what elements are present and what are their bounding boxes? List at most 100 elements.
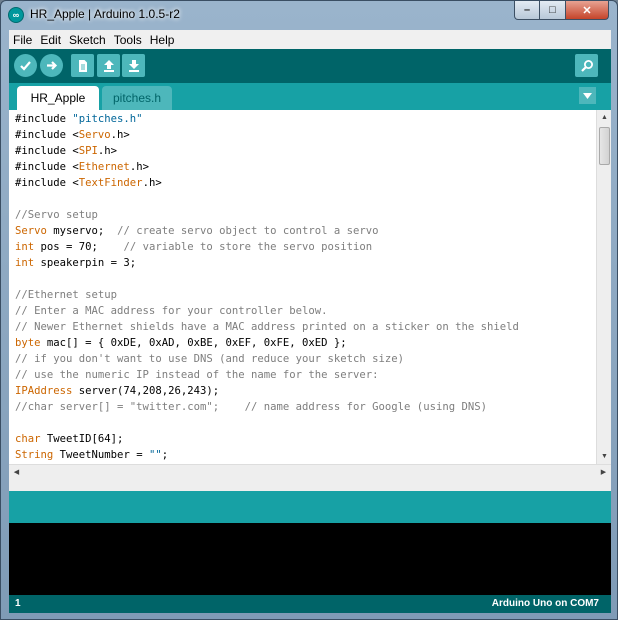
- arrow-right-icon: [47, 61, 58, 70]
- code-line[interactable]: // Enter a MAC address for your controll…: [15, 303, 595, 319]
- maximize-icon: □: [549, 4, 556, 16]
- verify-button[interactable]: [14, 54, 37, 77]
- code-line[interactable]: #include <SPI.h>: [15, 143, 595, 159]
- code-line[interactable]: char TweetID[64];: [15, 431, 595, 447]
- open-button[interactable]: [97, 54, 120, 77]
- title-bar[interactable]: ∞ HR_Apple | Arduino 1.0.5-r2 – □ ✕: [1, 1, 617, 29]
- checkmark-icon: [20, 61, 31, 71]
- new-file-icon: [78, 59, 87, 72]
- code-line[interactable]: [15, 191, 595, 207]
- code-token: IPAddress: [15, 385, 73, 397]
- code-line[interactable]: [15, 271, 595, 287]
- horizontal-scrollbar[interactable]: ◀ ▶: [9, 464, 611, 477]
- code-token: //Servo setup: [15, 209, 98, 221]
- menu-bar: File Edit Sketch Tools Help: [9, 30, 611, 49]
- message-area: [9, 491, 611, 523]
- save-button[interactable]: [122, 54, 145, 77]
- status-line-number: 1: [15, 598, 21, 609]
- code-text[interactable]: #include "pitches.h" #include <Servo.h> #i…: [15, 111, 595, 463]
- serial-monitor-button[interactable]: [575, 54, 598, 77]
- code-line[interactable]: [15, 415, 595, 431]
- new-button[interactable]: [71, 54, 94, 77]
- close-button[interactable]: ✕: [566, 1, 609, 20]
- triangle-down-icon: [583, 92, 592, 99]
- tab-bar: HR_Apple pitches.h: [9, 83, 611, 110]
- vertical-scrollbar[interactable]: ▲ ▼: [596, 110, 611, 464]
- arrow-up-icon: [103, 59, 114, 72]
- code-token: server(74,208,26,243);: [72, 385, 220, 397]
- minimize-icon: –: [523, 4, 531, 16]
- menu-file[interactable]: File: [9, 33, 36, 47]
- code-token: // Enter a MAC address for your controll…: [15, 305, 328, 317]
- code-line[interactable]: int pos = 70; // variable to store the s…: [15, 239, 595, 255]
- code-token: #include <: [15, 161, 79, 173]
- code-line[interactable]: // if you don't want to use DNS (and red…: [15, 351, 595, 367]
- window-controls: – □ ✕: [514, 1, 609, 20]
- code-token: mac[] = { 0xDE, 0xAD, 0xBE, 0xEF, 0xFE, …: [40, 337, 347, 349]
- scroll-right-icon[interactable]: ▶: [596, 465, 611, 477]
- arrow-down-icon: [128, 59, 139, 72]
- code-line[interactable]: //Servo setup: [15, 207, 595, 223]
- code-token: // Newer Ethernet shields have a MAC add…: [15, 321, 519, 333]
- code-token: char: [15, 433, 41, 445]
- code-line[interactable]: int speakerpin = 3;: [15, 255, 595, 271]
- code-line[interactable]: //char server[] = "twitter.com"; // name…: [15, 399, 595, 415]
- menu-tools[interactable]: Tools: [110, 33, 146, 47]
- console-output: [9, 523, 611, 595]
- code-token: .h>: [97, 145, 118, 157]
- code-token: #include <: [15, 129, 79, 141]
- status-bar: 1 Arduino Uno on COM7: [9, 595, 611, 613]
- scroll-up-icon[interactable]: ▲: [597, 110, 611, 125]
- code-token: Servo: [78, 129, 111, 141]
- code-token: myservo;: [46, 225, 118, 237]
- code-token: #include <: [15, 177, 79, 189]
- magnifier-icon: [580, 59, 593, 72]
- code-line[interactable]: // Newer Ethernet shields have a MAC add…: [15, 319, 595, 335]
- code-token: .h>: [142, 177, 162, 189]
- code-line[interactable]: IPAddress server(74,208,26,243);: [15, 383, 595, 399]
- code-token: byte: [15, 337, 41, 349]
- code-token: .h>: [129, 161, 149, 173]
- code-line[interactable]: // use the numeric IP instead of the nam…: [15, 367, 595, 383]
- tab-menu-button[interactable]: [579, 87, 596, 104]
- code-token: //char server[] = "twitter.com"; // name…: [15, 401, 487, 413]
- scroll-thumb[interactable]: [599, 127, 610, 165]
- code-token: ;: [161, 449, 169, 461]
- code-token: speakerpin = 3;: [34, 257, 137, 269]
- menu-sketch[interactable]: Sketch: [65, 33, 110, 47]
- upload-button[interactable]: [40, 54, 63, 77]
- maximize-button[interactable]: □: [540, 1, 566, 20]
- code-token: Ethernet: [78, 161, 130, 173]
- code-token: Servo: [15, 225, 47, 237]
- code-line[interactable]: String TweetNumber = "";: [15, 447, 595, 463]
- menu-help[interactable]: Help: [146, 33, 179, 47]
- tab-pitches-h[interactable]: pitches.h: [102, 86, 172, 110]
- code-editor[interactable]: #include "pitches.h" #include <Servo.h> #i…: [9, 110, 611, 477]
- tab-hr-apple[interactable]: HR_Apple: [17, 86, 99, 110]
- code-token: // use the numeric IP instead of the nam…: [15, 369, 379, 381]
- minimize-button[interactable]: –: [514, 1, 540, 20]
- code-token: int: [15, 241, 35, 253]
- code-token: "": [148, 449, 162, 461]
- code-line[interactable]: #include <TextFinder.h>: [15, 175, 595, 191]
- code-token: TweetID[64];: [40, 433, 124, 445]
- ide-window: ∞ HR_Apple | Arduino 1.0.5-r2 – □ ✕ File…: [0, 0, 618, 620]
- code-line[interactable]: byte mac[] = { 0xDE, 0xAD, 0xBE, 0xEF, 0…: [15, 335, 595, 351]
- code-line[interactable]: #include "pitches.h": [15, 111, 595, 127]
- code-token: .h>: [110, 129, 130, 141]
- code-line[interactable]: #include <Ethernet.h>: [15, 159, 595, 175]
- toolbar: [9, 49, 611, 83]
- menu-edit[interactable]: Edit: [36, 33, 65, 47]
- window-title: HR_Apple | Arduino 1.0.5-r2: [30, 7, 180, 21]
- scroll-left-icon[interactable]: ◀: [9, 465, 24, 477]
- code-token: TweetNumber =: [53, 449, 149, 461]
- editor-splitter[interactable]: [9, 477, 611, 491]
- code-token: SPI: [78, 145, 98, 157]
- code-line[interactable]: Servo myservo; // create servo object to…: [15, 223, 595, 239]
- code-token: // variable to store the servo position: [123, 241, 373, 253]
- code-line[interactable]: #include <Servo.h>: [15, 127, 595, 143]
- code-line[interactable]: //Ethernet setup: [15, 287, 595, 303]
- scroll-down-icon[interactable]: ▼: [597, 449, 611, 464]
- close-icon: ✕: [582, 4, 592, 17]
- code-token: "pitches.h": [72, 113, 143, 125]
